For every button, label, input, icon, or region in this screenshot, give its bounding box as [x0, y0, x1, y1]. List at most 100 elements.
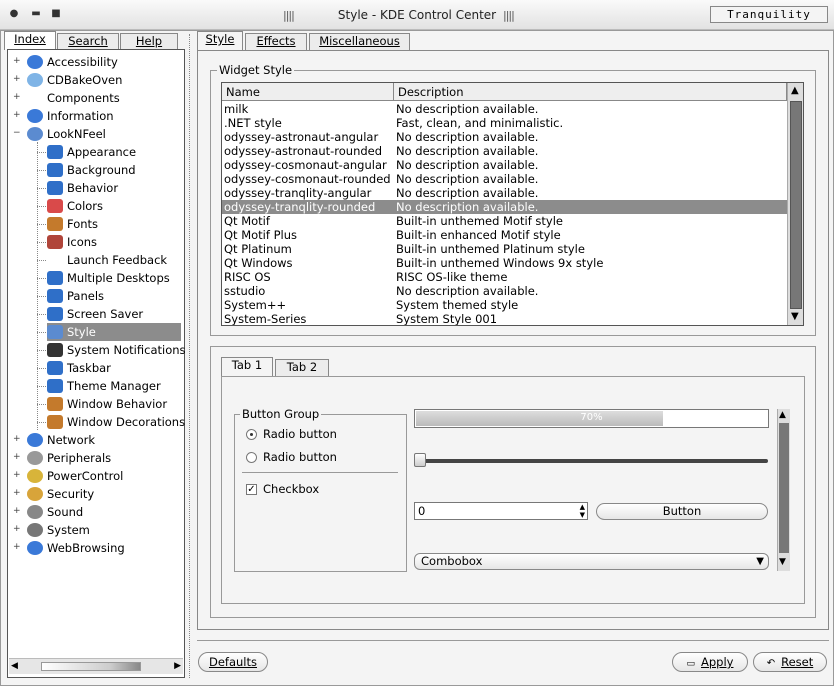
list-item[interactable]: System++ System themed style	[222, 298, 787, 312]
tree-item[interactable]: CDBakeOven	[27, 71, 181, 89]
preview-scrollbar[interactable]: ▲ ▼	[777, 409, 790, 571]
expand-icon[interactable]: +	[13, 93, 22, 102]
preview-button[interactable]: Button	[596, 503, 768, 520]
preview-scroll-thumb[interactable]	[779, 423, 789, 553]
scroll-down-icon[interactable]: ▼	[779, 557, 786, 567]
tree-item[interactable]: Network	[27, 431, 181, 449]
style-name: RISC OS	[224, 270, 271, 284]
column-header-name[interactable]: Name	[222, 83, 394, 101]
scroll-thumb[interactable]	[41, 662, 141, 671]
expand-icon[interactable]: +	[13, 489, 22, 498]
list-item[interactable]: Qt Motif Built-in unthemed Motif style	[222, 214, 787, 228]
tree-item-label: Information	[47, 109, 114, 123]
scroll-left-icon[interactable]: ◀	[11, 661, 18, 671]
list-item[interactable]: milk No description available.	[222, 102, 787, 116]
column-header-description[interactable]: Description	[394, 83, 787, 101]
tree-item[interactable]: System Notifications	[47, 341, 186, 359]
list-item[interactable]: Qt Motif Plus Built-in enhanced Motif sty…	[222, 228, 787, 242]
tab-style[interactable]: Style	[197, 31, 243, 51]
list-item[interactable]: odyssey-cosmonaut-rounded No description …	[222, 172, 787, 186]
tree-item[interactable]: PowerControl	[27, 467, 181, 485]
tree-item[interactable]: Icons	[47, 233, 181, 251]
expand-icon[interactable]: +	[13, 75, 22, 84]
accessibility-icon	[27, 55, 43, 69]
expand-icon[interactable]: +	[13, 435, 22, 444]
tree-item[interactable]: Appearance	[47, 143, 181, 161]
tree-item[interactable]: Accessibility	[27, 53, 181, 71]
tree-item[interactable]: Window Decorations	[47, 413, 185, 431]
tree-item[interactable]: Window Behavior	[47, 395, 181, 413]
slider-handle[interactable]	[414, 453, 426, 467]
tree-item[interactable]: Screen Saver	[47, 305, 181, 323]
list-vertical-scrollbar[interactable]: ▲ ▼	[787, 83, 803, 325]
peripherals-icon	[27, 451, 43, 465]
list-item[interactable]: odyssey-astronaut-rounded No description …	[222, 144, 787, 158]
radio-button-1[interactable]	[246, 429, 257, 440]
tree-item[interactable]: Sound	[27, 503, 181, 521]
list-item[interactable]: odyssey-astronaut-angular No description …	[222, 130, 787, 144]
tree-horizontal-scrollbar[interactable]: ◀ ▶	[9, 658, 183, 674]
list-item[interactable]: .NET style Fast, clean, and minimalistic.	[222, 116, 787, 130]
network-icon	[27, 433, 43, 447]
scroll-up-icon[interactable]: ▲	[791, 85, 799, 96]
reset-button[interactable]: ↶ Reset	[753, 652, 827, 672]
radio-button-2[interactable]	[246, 452, 257, 463]
expand-icon[interactable]: +	[13, 471, 22, 480]
tree-item[interactable]: Theme Manager	[47, 377, 181, 395]
list-scroll-thumb[interactable]	[790, 101, 802, 309]
preview-tab-2[interactable]: Tab 2	[275, 359, 329, 376]
tree-item[interactable]: Colors	[47, 197, 181, 215]
tree-item[interactable]: Taskbar	[47, 359, 181, 377]
tree-item[interactable]: LookNFeel	[27, 125, 181, 143]
apply-button[interactable]: ▭ Apply	[672, 652, 748, 672]
tab-effects[interactable]: Effects	[245, 33, 307, 50]
tree-item[interactable]: Security	[27, 485, 181, 503]
expand-icon[interactable]: +	[13, 507, 22, 516]
expand-icon[interactable]: +	[13, 543, 22, 552]
scroll-right-icon[interactable]: ▶	[174, 661, 181, 671]
spin-arrows-icon[interactable]: ▲ ▼	[580, 503, 585, 519]
lock-icon	[27, 487, 43, 501]
tree-item[interactable]: Panels	[47, 287, 181, 305]
widget-style-list[interactable]: Name Description milk No description avai…	[221, 82, 804, 326]
list-item[interactable]: System-Series System Style 001	[222, 312, 787, 325]
expand-icon[interactable]: +	[13, 57, 22, 66]
tree-item[interactable]: WebBrowsing	[27, 539, 181, 557]
tab-index[interactable]: Index	[4, 31, 56, 50]
checkbox[interactable]: ✓	[246, 484, 257, 495]
preview-tab-1[interactable]: Tab 1	[221, 357, 273, 376]
tree-item[interactable]: Behavior	[47, 179, 181, 197]
tree-item[interactable]: Information	[27, 107, 181, 125]
list-item[interactable]: Qt Platinum Built-in unthemed Platinum st…	[222, 242, 787, 256]
tree-item[interactable]: Background	[47, 161, 181, 179]
behavior-icon	[47, 181, 63, 195]
expand-icon[interactable]: +	[13, 111, 22, 120]
title-bar[interactable]: ● ▬ ■ |||| Style - KDE Control Center ||…	[0, 0, 834, 30]
splitter-handle[interactable]	[189, 34, 192, 678]
list-item[interactable]: RISC OS RISC OS-like theme	[222, 270, 787, 284]
tree-item[interactable]: Components	[27, 89, 181, 107]
scroll-up-icon[interactable]: ▲	[779, 410, 786, 420]
tree-item[interactable]: Peripherals	[27, 449, 181, 467]
list-item[interactable]: odyssey-tranqlity-rounded No description …	[222, 200, 787, 214]
list-item[interactable]: Qt Windows Built-in unthemed Windows 9x s…	[222, 256, 787, 270]
tree-item[interactable]: Fonts	[47, 215, 181, 233]
tab-search[interactable]: Search	[57, 33, 119, 49]
scroll-down-icon[interactable]: ▼	[791, 311, 799, 322]
expand-icon[interactable]: −	[13, 129, 22, 138]
tree-item[interactable]: Multiple Desktops	[47, 269, 181, 287]
list-item[interactable]: odyssey-tranqlity-angular No description …	[222, 186, 787, 200]
expand-icon[interactable]: +	[13, 453, 22, 462]
combobox[interactable]: Combobox ▼	[414, 553, 769, 570]
tab-help[interactable]: Help	[120, 33, 178, 49]
tree-item[interactable]: Style	[47, 323, 181, 341]
list-item[interactable]: odyssey-cosmonaut-angular No description …	[222, 158, 787, 172]
tree-item[interactable]: Launch Feedback	[47, 251, 181, 269]
expand-icon[interactable]: +	[13, 525, 22, 534]
spinbox[interactable]: 0 ▲ ▼	[414, 502, 588, 520]
tree-item[interactable]: System	[27, 521, 181, 539]
defaults-button[interactable]: Defaults	[198, 652, 268, 672]
slider-track[interactable]	[416, 459, 768, 463]
list-item[interactable]: sstudio No description available.	[222, 284, 787, 298]
tab-miscellaneous[interactable]: Miscellaneous	[309, 33, 410, 50]
